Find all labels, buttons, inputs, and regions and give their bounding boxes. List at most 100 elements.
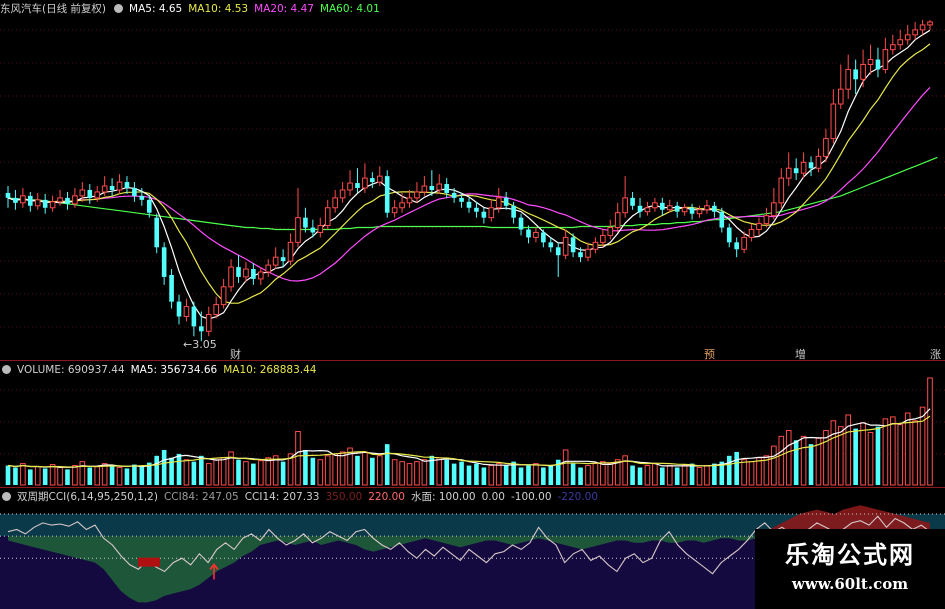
candle-body-up <box>696 209 703 215</box>
volume-bar-up <box>495 463 502 486</box>
candle-body-down <box>719 211 725 228</box>
settings-circle-icon[interactable] <box>2 365 11 374</box>
candle-body-up <box>391 207 398 214</box>
candle-body-down <box>429 186 435 190</box>
volume-bar-up <box>332 453 338 486</box>
volume-bar-down <box>65 469 70 485</box>
candle-body-down <box>251 269 256 279</box>
volume-bar-down <box>451 463 457 485</box>
volume-bar-down <box>712 463 717 485</box>
candle-body-up <box>867 59 874 65</box>
volume-bar-up <box>317 459 324 486</box>
candle-body-up <box>116 181 123 191</box>
candle-body-down <box>124 182 130 188</box>
volume-bar-up <box>436 457 443 486</box>
volume-bar-up <box>607 463 614 486</box>
volume-bar-down <box>139 466 145 485</box>
event-marker[interactable]: 增 <box>795 346 806 362</box>
water-level: 水面: 100.00 <box>410 491 476 503</box>
candle-body-up <box>495 197 502 209</box>
candle-body-down <box>444 184 449 193</box>
settings-circle-icon[interactable] <box>2 492 11 501</box>
volume-bar-down <box>541 467 546 485</box>
candle-body-up <box>436 183 443 191</box>
candle-body-up <box>600 234 606 243</box>
event-marker[interactable]: 财 <box>230 346 241 362</box>
volume-bar-up <box>243 461 249 486</box>
volume-ma5: MA5: 356734.66 <box>130 364 218 376</box>
volume-bar-up <box>600 461 606 486</box>
candle-body-up <box>919 24 926 31</box>
volume-bar-up <box>205 463 212 486</box>
candle-body-up <box>823 138 829 157</box>
volume-bar-up <box>57 466 63 486</box>
volume-bar-up <box>867 431 874 486</box>
candle-body-down <box>176 301 182 317</box>
candle-body-down <box>637 205 643 212</box>
watermark-url: www.60lt.com <box>791 575 909 593</box>
candle-body-down <box>199 326 204 332</box>
volume-bar-up <box>339 451 346 486</box>
candle-body-down <box>459 197 464 202</box>
candle-body-up <box>815 155 822 169</box>
candle-body-down <box>280 257 286 262</box>
volume-bar-down <box>191 461 197 485</box>
level-220: 220.00 <box>368 491 405 503</box>
candle-body-up <box>347 182 353 191</box>
volume-bar-down <box>637 467 643 485</box>
candle-body-down <box>370 178 375 183</box>
volume-value: VOLUME: 690937.44 <box>17 364 125 376</box>
candle-body-down <box>511 205 516 218</box>
cci14-legend: CCI14: 207.33 <box>244 491 320 503</box>
volume-bar-up <box>860 422 866 486</box>
volume-bar-down <box>674 467 680 485</box>
candle-body-up <box>183 306 190 317</box>
volume-bar-down <box>503 465 509 485</box>
candle-body-up <box>652 202 658 209</box>
volume-bar-down <box>280 461 286 485</box>
candle-body-down <box>503 197 509 206</box>
volume-bar-down <box>161 449 167 485</box>
candle-body-up <box>897 39 904 46</box>
volume-bar-up <box>652 463 658 486</box>
volume-legend: VOLUME: 690937.44 MA5: 356734.66 MA10: 268… <box>0 363 322 377</box>
volume-bar-up <box>927 377 933 486</box>
volume-bar-up <box>183 459 190 486</box>
volume-bar-up <box>376 455 383 486</box>
candle-body-down <box>526 229 531 238</box>
event-marker[interactable]: 涨 <box>930 346 941 362</box>
volume-bar-up <box>904 412 911 486</box>
candle-body-up <box>704 205 710 211</box>
candle-body-up <box>258 271 264 280</box>
volume-bar-up <box>666 465 673 486</box>
volume-bar-down <box>630 465 635 485</box>
volume-bar-up <box>785 430 792 486</box>
volume-bar-down <box>176 453 182 485</box>
volume-bar-down <box>466 465 472 485</box>
candle-body-down <box>28 195 33 206</box>
volume-bar-up <box>919 406 926 486</box>
level-350: 350.00 <box>325 491 363 503</box>
candle-body-up <box>57 197 63 203</box>
candle-body-down <box>236 267 241 277</box>
volume-bar-down <box>13 467 18 485</box>
candle-body-down <box>65 197 70 204</box>
volume-bar-up <box>258 460 264 486</box>
volume-bar-up <box>324 455 331 486</box>
candle-body-up <box>34 199 41 207</box>
panel-divider <box>0 487 945 488</box>
volume-bar-down <box>875 426 881 485</box>
volume-bar-up <box>399 461 405 486</box>
volume-bar-up <box>771 445 777 486</box>
volume-bar-up <box>644 465 651 486</box>
level-neg220: -220.00 <box>557 491 599 503</box>
volume-bar-up <box>756 457 762 486</box>
candle-body-up <box>741 236 747 250</box>
volume-bar-down <box>154 455 160 485</box>
candle-body-down <box>146 199 152 213</box>
event-marker[interactable]: 预 <box>704 346 715 362</box>
candle-body-up <box>771 202 777 217</box>
volume-bar-down <box>236 459 241 485</box>
candle-body-up <box>837 88 844 105</box>
candle-body-up <box>228 266 234 288</box>
